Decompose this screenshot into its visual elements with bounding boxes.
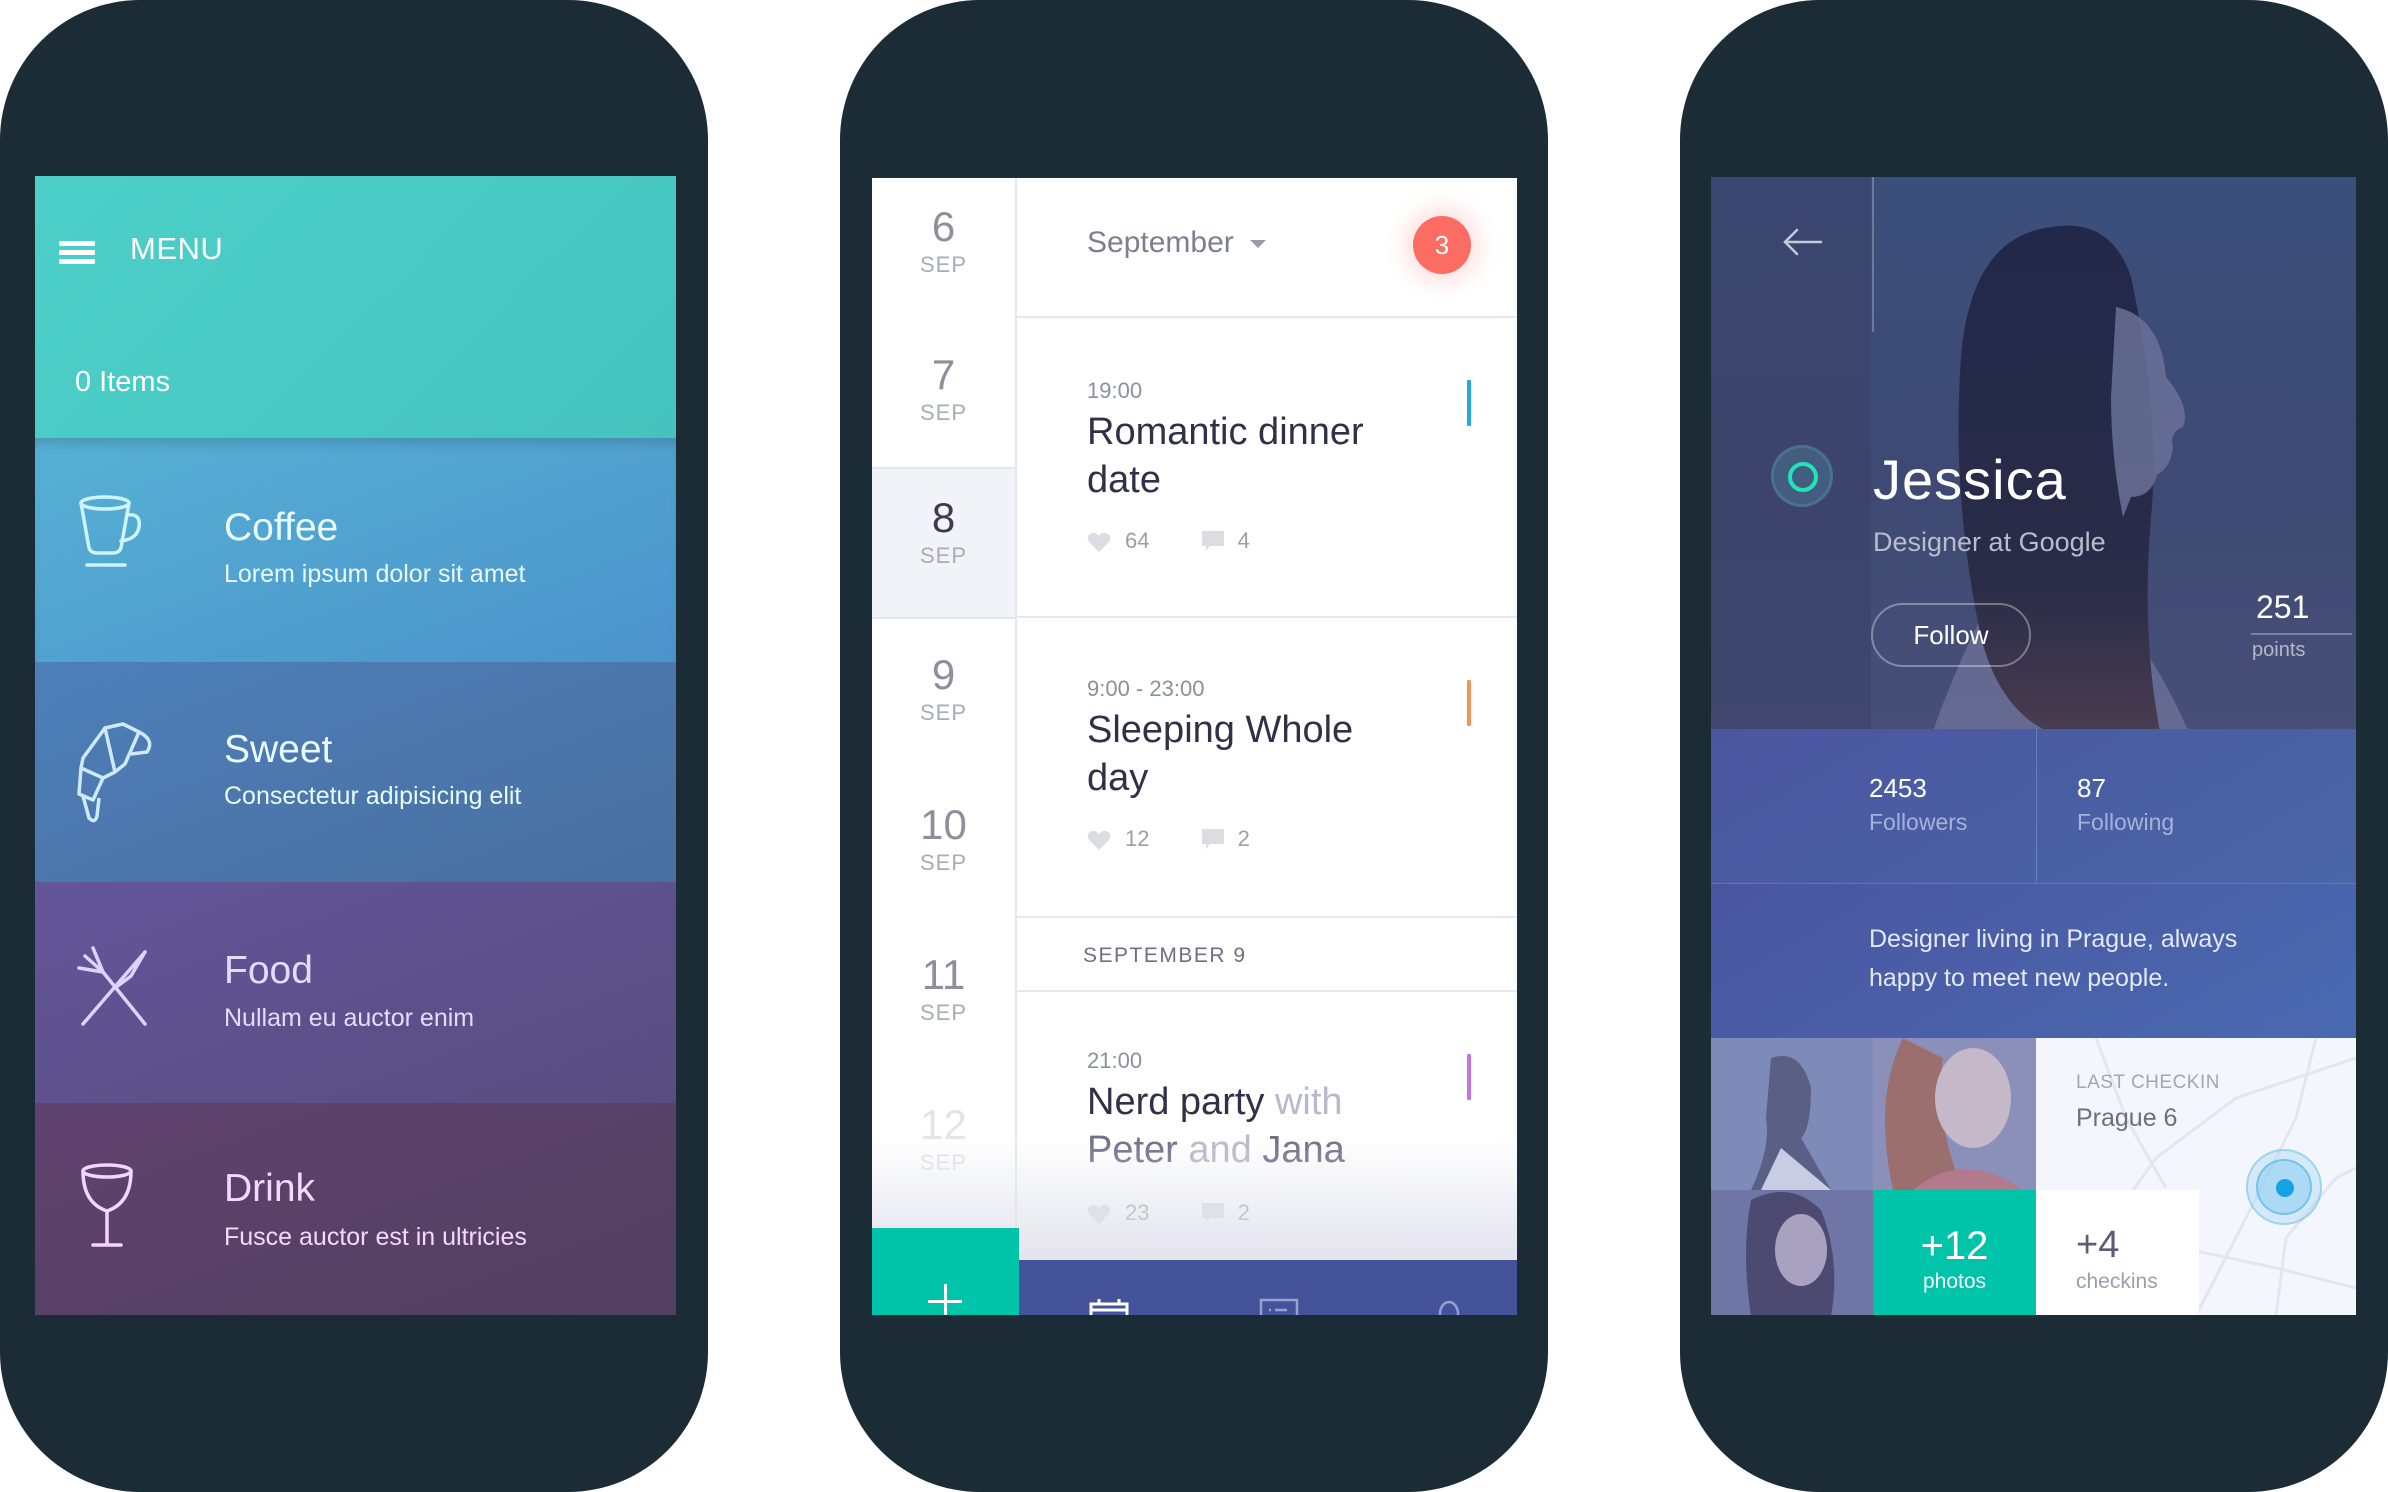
menu-title: MENU [130,231,224,266]
phone-calendar: 6 SEP 7 SEP 8 SEP 9 SEP 10 SEP 11 SEP 12… [840,0,1548,1492]
following-count[interactable]: 87 [2077,773,2106,804]
date-cell[interactable]: 7 SEP [872,326,1015,476]
bottom-nav [1019,1260,1517,1315]
croissant-icon [77,722,152,823]
menu-item-subtitle: Fusce auctor est in ultricies [224,1223,527,1251]
comment-icon [1201,531,1224,552]
points-value: 251 [2256,589,2310,625]
likes[interactable]: 12 [1087,826,1149,852]
event-time: 19:00 [1087,378,1143,403]
profile-hero: Jessica Designer at Google Follow 251 po… [1711,177,2356,729]
user-icon[interactable] [1429,1298,1469,1315]
last-checkin-card[interactable]: LAST CHECKIN Prague 6 +4 checkins [2036,1038,2356,1315]
heart-icon [1087,831,1111,851]
points-label: points [2252,639,2306,661]
event-time: 9:00 - 23:00 [1087,676,1205,701]
event-title: Nerd party with Peter and Jana [1087,1081,1345,1171]
menu-item-title: Sweet [224,728,333,771]
follow-stats: 2453 Followers 87 Following [1711,729,2356,884]
menu-item-subtitle: Lorem ipsum dolor sit amet [224,560,526,588]
followers-count[interactable]: 2453 [1869,773,1927,804]
date-cell-selected[interactable]: 8 SEP [872,467,1015,619]
follow-button[interactable]: Follow [1871,603,2031,667]
event-stats: 12 2 [1087,826,1296,852]
comments[interactable]: 2 [1201,826,1250,852]
event-card[interactable]: 9:00 - 23:00 Sleeping Whole day 12 2 [1017,618,1517,918]
month-dropdown[interactable]: September [1087,226,1266,260]
last-checkin-place: Prague 6 [2076,1104,2178,1132]
event-stats: 64 4 [1087,528,1296,554]
event-color-bar [1467,680,1471,726]
gallery-photo[interactable] [1873,1038,2036,1190]
calendar-screen: 6 SEP 7 SEP 8 SEP 9 SEP 10 SEP 11 SEP 12… [872,178,1517,1315]
date-cell[interactable]: 10 SEP [872,776,1015,926]
likes[interactable]: 23 [1087,1200,1149,1226]
event-color-bar [1467,1054,1471,1100]
menu-item-subtitle: Consectetur adipisicing elit [224,782,522,810]
calendar-header: September 3 [1017,178,1517,318]
profile-screen: Jessica Designer at Google Follow 251 po… [1711,177,2356,1315]
menu-item-sweet[interactable]: Sweet Consectetur adipisicing elit [35,662,676,882]
menu-item-food[interactable]: Food Nullam eu auctor enim [35,882,676,1103]
comment-icon [1201,1203,1224,1224]
items-count: 0 Items [75,366,171,398]
more-photos-tile[interactable]: +12 photos [1873,1190,2036,1315]
menu-item-title: Drink [224,1167,316,1210]
comments[interactable]: 4 [1201,528,1250,554]
section-label: SEPTEMBER 9 [1017,920,1517,992]
date-cell[interactable]: 11 SEP [872,926,1015,1076]
date-cell[interactable]: 12 SEP [872,1076,1015,1226]
likes[interactable]: 64 [1087,528,1149,554]
bio-text: Designer living in Prague, always happy … [1869,925,2238,992]
menu-item-drink[interactable]: Drink Fusce auctor est in ultricies [35,1103,676,1315]
hamburger-icon[interactable] [59,241,95,265]
phone-profile: Jessica Designer at Google Follow 251 po… [1680,0,2388,1492]
heart-icon [1087,1205,1111,1225]
followers-label[interactable]: Followers [1869,809,1967,836]
date-cell[interactable]: 9 SEP [872,626,1015,776]
date-column[interactable]: 6 SEP 7 SEP 8 SEP 9 SEP 10 SEP 11 SEP 12… [872,178,1017,1315]
menu-item-title: Food [224,949,313,992]
online-status-icon [1771,445,1833,507]
profile-name: Jessica [1873,448,2067,511]
comment-icon [1201,829,1224,850]
wine-glass-icon [81,1163,133,1247]
menu-item-title: Coffee [224,506,339,549]
comments[interactable]: 2 [1201,1200,1250,1226]
gallery-photo[interactable] [1711,1038,1873,1190]
phone-menu: MENU 0 Items Coffee Lorem ipsum dolor si… [0,0,708,1492]
list-card-icon[interactable] [1259,1298,1299,1315]
chevron-down-icon [1249,240,1266,249]
back-arrow-icon[interactable] [1781,227,1825,257]
divider [1872,177,1874,332]
menu-header: MENU 0 Items [35,176,676,438]
bio: Designer living in Prague, always happy … [1711,884,2356,1038]
checkins-tile[interactable]: +4 checkins [2036,1190,2199,1315]
gallery-photo[interactable] [1711,1190,1873,1315]
event-card[interactable]: 19:00 Romantic dinner date 64 4 [1017,318,1517,618]
event-time: 21:00 [1087,1048,1143,1073]
following-label[interactable]: Following [2077,809,2174,836]
event-title: Sleeping Whole day [1087,709,1354,799]
location-pin-icon[interactable] [2246,1149,2322,1225]
date-cell[interactable]: 6 SEP [872,178,1015,328]
calendar-icon[interactable] [1089,1298,1129,1315]
event-stats: 23 2 [1087,1200,1296,1226]
fork-knife-icon [77,946,147,1026]
notification-badge[interactable]: 3 [1413,216,1471,274]
event-title: Romantic dinner date [1087,411,1364,501]
event-color-bar [1467,380,1471,426]
profile-role: Designer at Google [1873,527,2106,557]
menu-item-coffee[interactable]: Coffee Lorem ipsum dolor sit amet [35,438,676,662]
menu-screen: MENU 0 Items Coffee Lorem ipsum dolor si… [35,176,676,1315]
coffee-cup-icon [79,495,141,567]
add-event-button[interactable] [872,1228,1019,1315]
last-checkin-label: LAST CHECKIN [2076,1072,2220,1093]
menu-item-subtitle: Nullam eu auctor enim [224,1004,475,1032]
heart-icon [1087,533,1111,553]
